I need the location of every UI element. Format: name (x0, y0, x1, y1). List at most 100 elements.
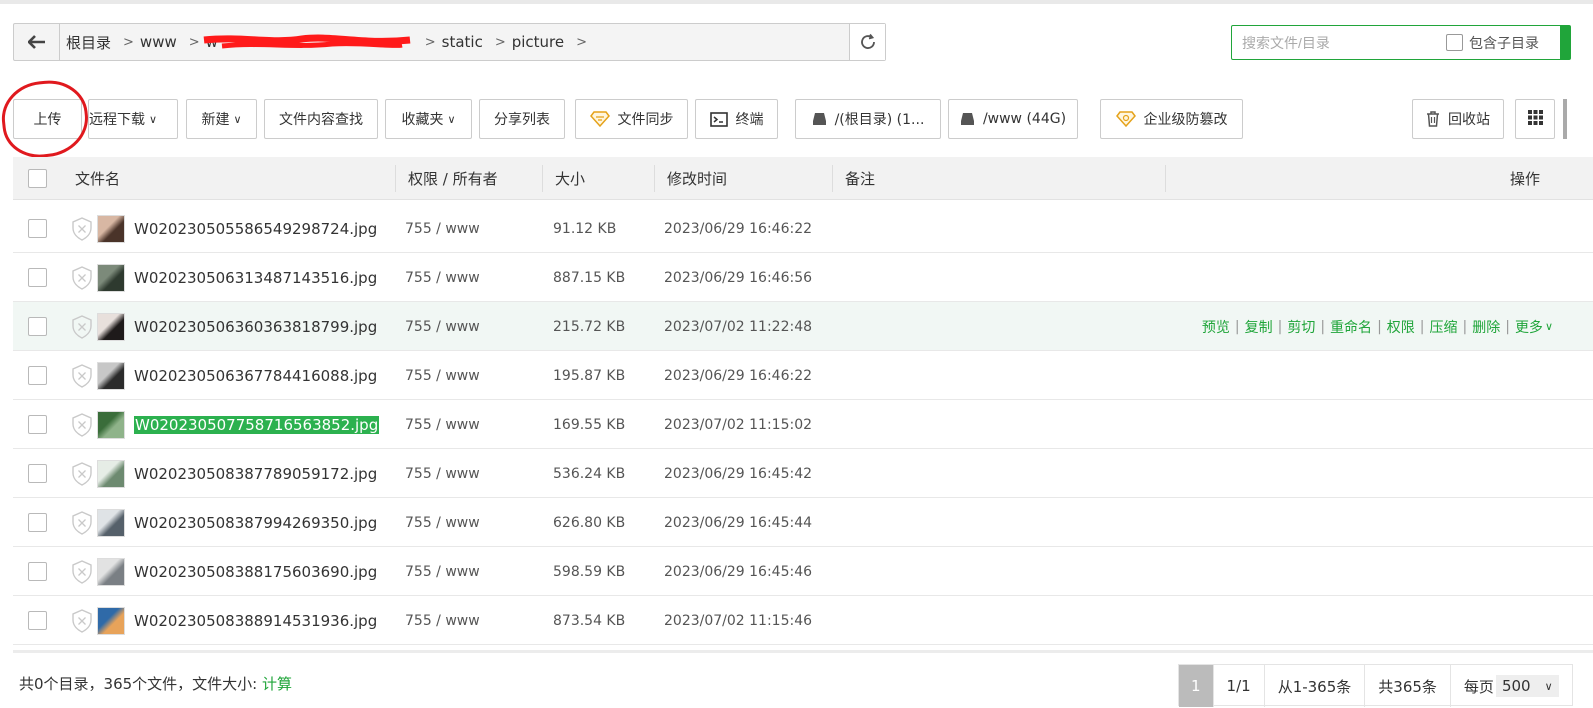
file-name[interactable]: W020230508388914531936.jpg (134, 596, 377, 645)
page-current[interactable]: 1 (1179, 665, 1214, 707)
select-all-checkbox[interactable] (28, 157, 47, 200)
shield-icon[interactable] (71, 204, 93, 253)
crumb-picture[interactable]: picture > (512, 33, 587, 51)
header-size[interactable]: 大小 (555, 157, 585, 200)
action-more[interactable]: 更多 (1515, 317, 1543, 337)
file-name[interactable]: W020230505586549298724.jpg (134, 204, 377, 253)
remote-download-button[interactable]: 远程下载 ∨ (88, 99, 178, 139)
tamper-protect-button[interactable]: 企业级防篡改 (1100, 99, 1243, 139)
table-row[interactable]: W020230506313487143516.jpg 755 / www 887… (13, 253, 1593, 302)
action-copy[interactable]: 复制 (1245, 317, 1273, 337)
action-cut[interactable]: 剪切 (1287, 317, 1315, 337)
table-row[interactable]: W020230506367784416088.jpg 755 / www 195… (13, 351, 1593, 400)
shield-icon[interactable] (71, 547, 93, 596)
file-name[interactable]: W020230508387994269350.jpg (134, 498, 377, 547)
terminal-icon (709, 111, 728, 127)
table-row[interactable]: W020230507758716563852.jpg 755 / www 169… (13, 400, 1593, 449)
file-permission[interactable]: 755 / www (405, 547, 480, 596)
file-name[interactable]: W020230507758716563852.jpg (134, 400, 380, 449)
action-rename[interactable]: 重命名 (1330, 317, 1372, 337)
content-search-button[interactable]: 文件内容查找 (264, 99, 378, 139)
file-name[interactable]: W020230506360363818799.jpg (134, 302, 377, 351)
refresh-button[interactable] (849, 24, 885, 60)
back-button[interactable] (14, 24, 60, 60)
crumb-www[interactable]: www > (140, 33, 200, 51)
share-list-button[interactable]: 分享列表 (479, 99, 565, 139)
row-checkbox[interactable] (28, 498, 47, 547)
chevron-down-icon: ∨ (1544, 679, 1553, 693)
image-thumbnail (97, 351, 125, 400)
file-permission[interactable]: 755 / www (405, 351, 480, 400)
file-name[interactable]: W020230506313487143516.jpg (134, 253, 377, 302)
chevron-right-icon: > (188, 34, 200, 50)
action-compress[interactable]: 压缩 (1430, 317, 1458, 337)
file-permission[interactable]: 755 / www (405, 596, 480, 645)
file-list: W020230505586549298724.jpg 755 / www 91.… (13, 204, 1593, 645)
favorites-button[interactable]: 收藏夹 ∨ (385, 99, 472, 139)
row-checkbox[interactable] (28, 547, 47, 596)
row-checkbox[interactable] (28, 400, 47, 449)
file-sync-button[interactable]: 文件同步 (575, 99, 688, 139)
row-checkbox[interactable] (28, 351, 47, 400)
table-row[interactable]: W020230508388914531936.jpg 755 / www 873… (13, 596, 1593, 645)
diamond-icon (1115, 111, 1136, 127)
shield-icon[interactable] (71, 302, 93, 351)
page-count-total: 共365条 (1365, 665, 1451, 707)
recycle-bin-button[interactable]: 回收站 (1412, 99, 1504, 139)
row-checkbox[interactable] (28, 449, 47, 498)
table-row[interactable]: W020230506360363818799.jpg 755 / www 215… (13, 302, 1593, 351)
scrollbar[interactable] (1563, 99, 1567, 139)
table-row[interactable]: W020230508387789059172.jpg 755 / www 536… (13, 449, 1593, 498)
file-size: 873.54 KB (553, 612, 626, 629)
calc-size-link[interactable]: 计算 (262, 675, 292, 693)
per-page-select[interactable]: 每页 500 ∨ (1451, 665, 1572, 707)
shield-icon[interactable] (71, 253, 93, 302)
file-permission[interactable]: 755 / www (405, 204, 480, 253)
file-mtime: 2023/07/02 11:15:46 (664, 612, 813, 629)
file-size: 169.55 KB (553, 416, 626, 433)
file-permission[interactable]: 755 / www (405, 498, 480, 547)
row-checkbox[interactable] (28, 302, 47, 351)
file-name[interactable]: W020230508388175603690.jpg (134, 547, 377, 596)
shield-icon[interactable] (71, 449, 93, 498)
row-checkbox[interactable] (28, 204, 47, 253)
file-name[interactable]: W020230506367784416088.jpg (134, 351, 377, 400)
new-button[interactable]: 新建 ∨ (186, 99, 257, 139)
file-mtime: 2023/07/02 11:22:48 (664, 318, 813, 335)
table-row[interactable]: W020230505586549298724.jpg 755 / www 91.… (13, 204, 1593, 253)
disk-root-button[interactable]: /(根目录) (1... (795, 99, 941, 139)
chevron-down-icon: ∨ (149, 112, 158, 126)
top-divider (0, 0, 1593, 4)
include-subdir-checkbox[interactable]: 包含子目录 (1446, 33, 1539, 53)
action-delete[interactable]: 删除 (1472, 317, 1500, 337)
disk-www-button[interactable]: /www (44G) (948, 99, 1078, 139)
file-name[interactable]: W020230508387789059172.jpg (134, 449, 377, 498)
shield-icon[interactable] (71, 596, 93, 645)
search-input[interactable] (1232, 27, 1432, 58)
table-row[interactable]: W020230508388175603690.jpg 755 / www 598… (13, 547, 1593, 596)
terminal-button[interactable]: 终端 (695, 99, 778, 139)
action-permission[interactable]: 权限 (1387, 317, 1415, 337)
shield-icon[interactable] (71, 351, 93, 400)
file-permission[interactable]: 755 / www (405, 302, 480, 351)
table-row[interactable]: W020230508387994269350.jpg 755 / www 626… (13, 498, 1593, 547)
table-header: 文件名 权限 / 所有者 大小 修改时间 备注 操作 (13, 157, 1593, 200)
grid-view-button[interactable] (1515, 99, 1555, 139)
header-mtime[interactable]: 修改时间 (667, 157, 727, 200)
row-checkbox[interactable] (28, 253, 47, 302)
header-name[interactable]: 文件名 (75, 157, 120, 200)
row-checkbox[interactable] (28, 596, 47, 645)
shield-icon[interactable] (71, 498, 93, 547)
page-range: 从1-365条 (1265, 665, 1366, 707)
search-button[interactable] (1560, 26, 1570, 59)
file-mtime: 2023/06/29 16:45:46 (664, 563, 813, 580)
file-permission[interactable]: 755 / www (405, 400, 480, 449)
file-permission[interactable]: 755 / www (405, 253, 480, 302)
crumb-root[interactable]: 根目录 > (66, 32, 134, 53)
crumb-static[interactable]: static > (442, 33, 506, 51)
page-total: 1/1 (1214, 665, 1265, 707)
file-permission[interactable]: 755 / www (405, 449, 480, 498)
shield-icon[interactable] (71, 400, 93, 449)
header-permission[interactable]: 权限 / 所有者 (408, 157, 498, 200)
action-preview[interactable]: 预览 (1202, 317, 1230, 337)
